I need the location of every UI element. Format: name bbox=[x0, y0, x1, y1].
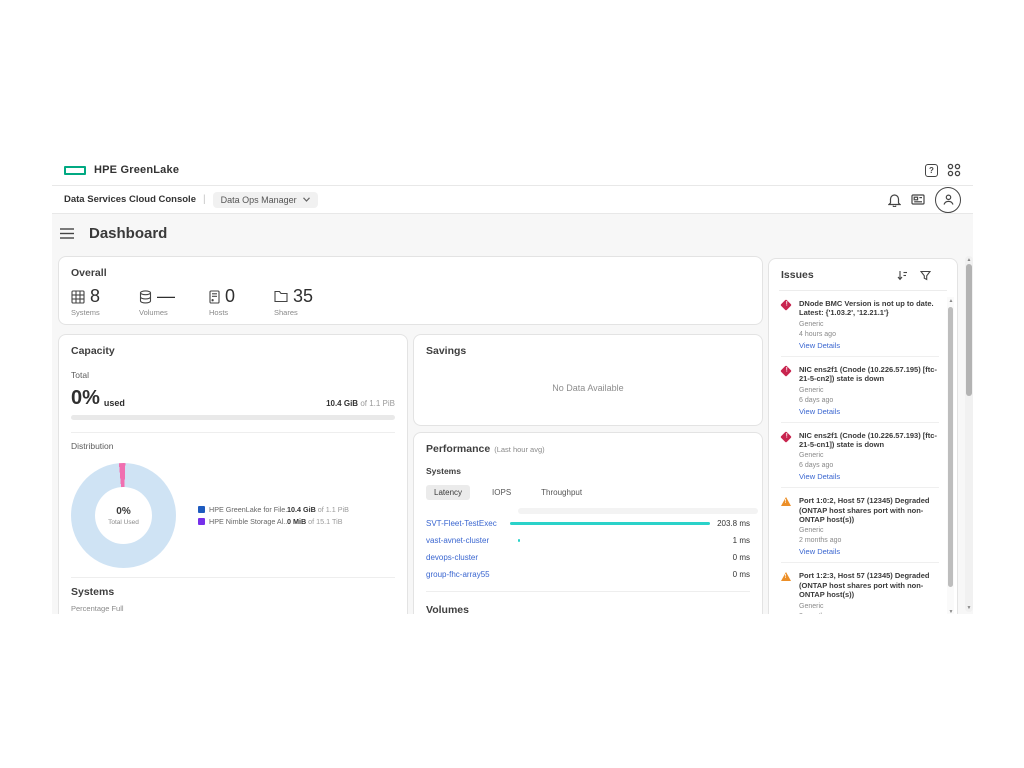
perf-row: SVT-Fleet-TestExec 203.8 ms bbox=[426, 515, 750, 532]
critical-icon bbox=[781, 366, 792, 377]
volumes-icon bbox=[139, 290, 152, 304]
stat-hosts: 0 Hosts bbox=[209, 286, 274, 317]
help-icon[interactable]: ? bbox=[925, 164, 938, 177]
critical-icon bbox=[781, 432, 792, 443]
capacity-title: Capacity bbox=[71, 345, 395, 357]
apps-grid-icon[interactable] bbox=[947, 163, 961, 177]
system-link[interactable]: group-fhc-array55 bbox=[426, 570, 518, 579]
issues-title: Issues bbox=[781, 269, 814, 281]
distribution-legend: HPE GreenLake for File... 10.4 GiB of 1.… bbox=[198, 505, 349, 529]
capacity-systems-label: Systems bbox=[71, 586, 395, 598]
percentage-full-label: Percentage Full bbox=[71, 604, 395, 613]
person-icon bbox=[942, 193, 955, 206]
hosts-count: 0 bbox=[225, 286, 235, 307]
legend-item: HPE GreenLake for File... 10.4 GiB of 1.… bbox=[198, 505, 349, 514]
tab-throughput[interactable]: Throughput bbox=[533, 485, 590, 500]
capacity-progress-bar bbox=[71, 415, 395, 420]
capacity-card: Capacity Total 0% used 10.4 GiB of 1.1 P… bbox=[58, 334, 408, 614]
sort-icon[interactable] bbox=[897, 270, 908, 281]
issue-item: Port 1:2:3, Host 57 (12345) Degraded (ON… bbox=[781, 563, 939, 614]
app-window: HPE GreenLake ? Data Services Cloud Cons… bbox=[52, 155, 973, 614]
issue-item: NIC ens2f1 (Cnode (10.226.57.193) [ftc-2… bbox=[781, 423, 939, 489]
capacity-usage-text: 10.4 GiB of 1.1 PiB bbox=[326, 399, 395, 408]
hosts-icon bbox=[209, 290, 220, 304]
dashboard-content: Dashboard Overall 8 bbox=[52, 214, 973, 614]
distribution-label: Distribution bbox=[71, 441, 395, 451]
tab-iops[interactable]: IOPS bbox=[484, 485, 519, 500]
issues-scrollbar[interactable]: ▲ ▼ bbox=[947, 297, 954, 614]
overall-title: Overall bbox=[71, 267, 750, 279]
view-details-link[interactable]: View Details bbox=[799, 407, 939, 416]
global-header: HPE GreenLake ? bbox=[52, 155, 973, 186]
volumes-count: — bbox=[157, 286, 175, 307]
view-details-link[interactable]: View Details bbox=[799, 472, 939, 481]
distribution-donut-chart: 0% Total Used bbox=[71, 463, 176, 568]
latency-bar bbox=[518, 539, 520, 542]
system-link[interactable]: SVT-Fleet-TestExec bbox=[426, 519, 510, 528]
perf-row: vast-avnet-cluster 1 ms bbox=[426, 532, 750, 549]
page-title: Dashboard bbox=[89, 225, 167, 242]
latency-bar bbox=[510, 522, 710, 525]
filter-icon[interactable] bbox=[920, 270, 931, 281]
no-data-message: No Data Available bbox=[426, 383, 750, 393]
performance-tabs: Latency IOPS Throughput bbox=[426, 485, 750, 500]
warning-icon bbox=[781, 572, 792, 583]
volumes-section-title: Volumes bbox=[426, 604, 750, 614]
savings-title: Savings bbox=[426, 345, 750, 357]
stat-shares: 35 Shares bbox=[274, 286, 342, 317]
systems-count: 8 bbox=[90, 286, 100, 307]
tab-latency[interactable]: Latency bbox=[426, 485, 470, 500]
hamburger-menu-icon[interactable] bbox=[60, 228, 74, 239]
brand-title: HPE GreenLake bbox=[94, 164, 179, 176]
view-details-link[interactable]: View Details bbox=[799, 341, 939, 350]
legend-swatch-purple bbox=[198, 518, 205, 525]
app-selector-dropdown[interactable]: Data Ops Manager bbox=[213, 192, 318, 208]
total-label: Total bbox=[71, 370, 395, 380]
system-link[interactable]: devops-cluster bbox=[426, 553, 518, 562]
chevron-down-icon bbox=[303, 197, 310, 202]
overall-card: Overall 8 Systems bbox=[58, 256, 763, 325]
whats-new-icon[interactable] bbox=[911, 193, 925, 206]
stat-systems: 8 Systems bbox=[71, 286, 139, 317]
system-link[interactable]: vast-avnet-cluster bbox=[426, 536, 518, 545]
perf-row: group-fhc-array55 0 ms bbox=[426, 566, 750, 583]
user-avatar[interactable] bbox=[935, 187, 961, 213]
notifications-bell-icon[interactable] bbox=[888, 193, 901, 207]
console-title: Data Services Cloud Console bbox=[64, 194, 196, 205]
performance-card: Performance (Last hour avg) Systems Late… bbox=[413, 432, 763, 614]
performance-title: Performance bbox=[426, 443, 490, 455]
perf-row: devops-cluster 0 ms bbox=[426, 549, 750, 566]
issues-panel: Issues bbox=[768, 258, 958, 614]
performance-systems-label: Systems bbox=[426, 466, 750, 476]
shares-count: 35 bbox=[293, 286, 313, 307]
stat-volumes: — Volumes bbox=[139, 286, 209, 317]
legend-swatch-blue bbox=[198, 506, 205, 513]
legend-item: HPE Nimble Storage Al... 0 MiB of 15.1 T… bbox=[198, 517, 349, 526]
separator: | bbox=[203, 194, 206, 205]
chart-axis-track bbox=[518, 508, 758, 514]
capacity-percent: 0% bbox=[71, 388, 100, 408]
critical-icon bbox=[781, 300, 792, 311]
shares-icon bbox=[274, 290, 288, 303]
view-details-link[interactable]: View Details bbox=[799, 547, 939, 556]
systems-icon bbox=[71, 290, 85, 304]
issue-item: NIC ens2f1 (Cnode (10.226.57.195) [ftc-2… bbox=[781, 357, 939, 423]
issue-item: Port 1:0:2, Host 57 (12345) Degraded (ON… bbox=[781, 488, 939, 563]
hpe-logo-icon bbox=[64, 166, 86, 175]
issue-item: DNode BMC Version is not up to date. Lat… bbox=[781, 291, 939, 357]
page-scrollbar[interactable]: ▲ ▼ bbox=[965, 256, 973, 612]
console-header: Data Services Cloud Console | Data Ops M… bbox=[52, 186, 973, 214]
savings-card: Savings No Data Available bbox=[413, 334, 763, 426]
warning-icon bbox=[781, 497, 792, 508]
